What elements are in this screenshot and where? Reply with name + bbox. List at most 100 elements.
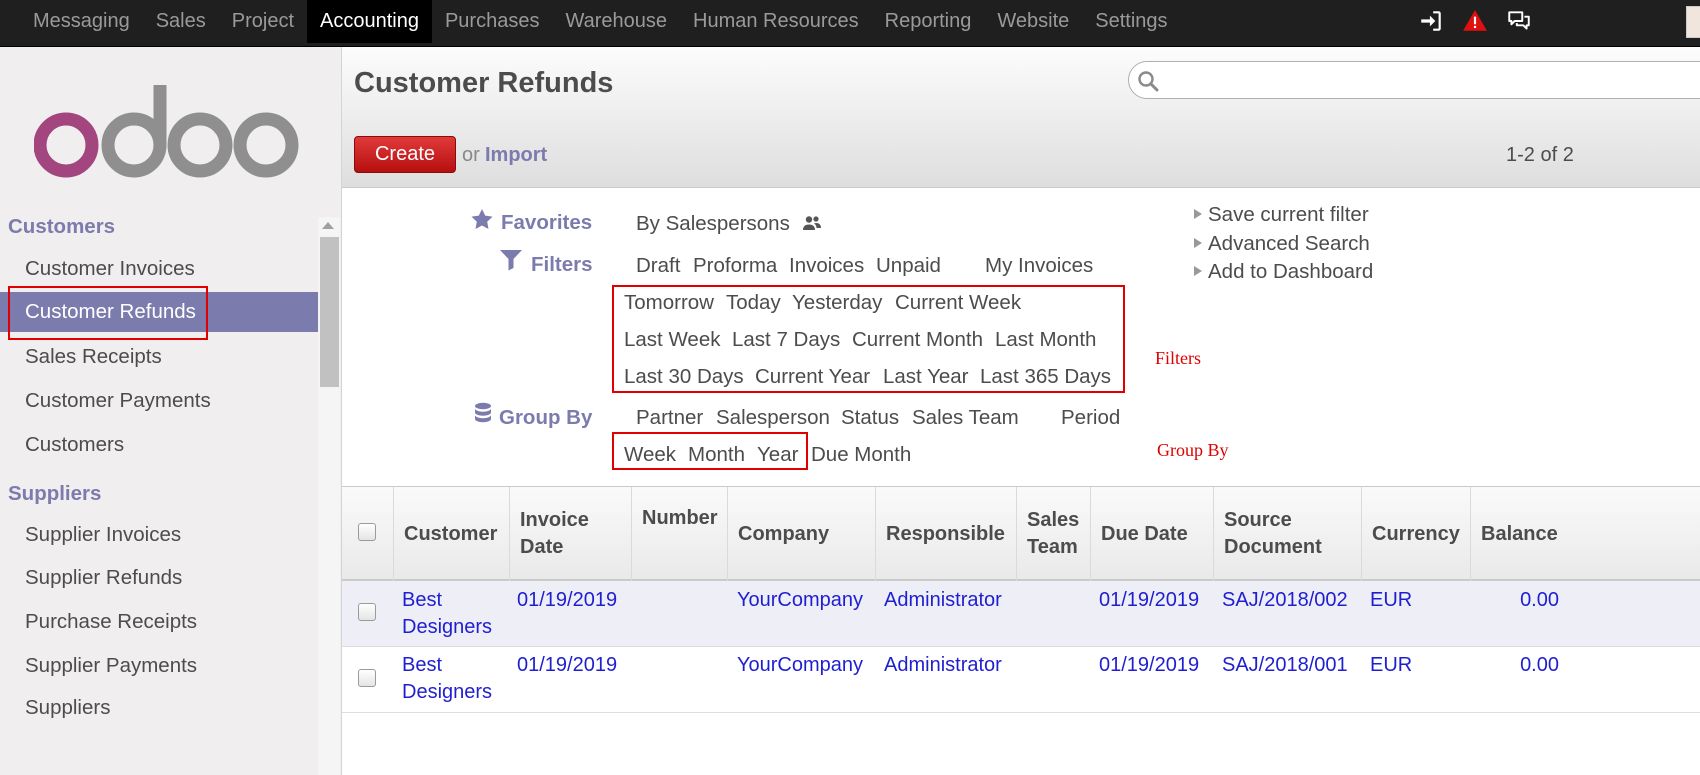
- menu-sales[interactable]: Sales: [143, 0, 219, 43]
- menu-human-resources[interactable]: Human Resources: [680, 0, 872, 43]
- caret-right-icon: [1194, 238, 1202, 248]
- menu-accounting[interactable]: Accounting: [307, 0, 432, 43]
- row-checkbox[interactable]: [358, 669, 376, 687]
- column-header-responsible[interactable]: Responsible: [875, 487, 1016, 581]
- column-header-company[interactable]: Company: [727, 487, 875, 581]
- group-by-due-month[interactable]: Due Month: [811, 443, 911, 467]
- sidebar-item-supplier-payments[interactable]: Supplier Payments: [0, 646, 318, 686]
- column-header-customer[interactable]: Customer: [393, 487, 509, 581]
- column-header-balance[interactable]: Balance: [1470, 487, 1570, 581]
- filter-current-year[interactable]: Current Year: [755, 365, 870, 389]
- group-by-status[interactable]: Status: [841, 406, 899, 430]
- favorite-by-salespersons[interactable]: By Salespersons: [636, 212, 822, 236]
- import-link[interactable]: Import: [485, 144, 547, 167]
- cell-currency[interactable]: EUR: [1370, 652, 1412, 679]
- search-drawer: Favorites By Salespersons Filters Draft …: [342, 188, 1700, 486]
- add-to-dashboard-link[interactable]: Add to Dashboard: [1194, 260, 1373, 284]
- filter-my-invoices[interactable]: My Invoices: [985, 254, 1093, 278]
- filter-last-7-days[interactable]: Last 7 Days: [732, 328, 840, 352]
- sidebar-item-suppliers[interactable]: Suppliers: [0, 688, 318, 728]
- filter-draft[interactable]: Draft: [636, 254, 680, 278]
- table-row[interactable]: Best Designers 01/19/2019 YourCompany Ad…: [342, 581, 1700, 647]
- column-header-due-date[interactable]: Due Date: [1090, 487, 1213, 581]
- highlight-box-customer-refunds: [8, 286, 208, 340]
- column-header-invoice-date[interactable]: Invoice Date: [509, 487, 631, 581]
- filter-last-year[interactable]: Last Year: [883, 365, 969, 389]
- filters-annotation: Filters: [1155, 348, 1202, 368]
- sidebar-item-sales-receipts[interactable]: Sales Receipts: [0, 337, 318, 377]
- filter-tomorrow[interactable]: Tomorrow: [624, 291, 714, 315]
- caret-right-icon: [1194, 266, 1202, 276]
- cell-company[interactable]: YourCompany: [737, 587, 863, 614]
- cell-source-document: SAJ/2018/001: [1222, 654, 1348, 676]
- sign-in-icon[interactable]: [1418, 8, 1444, 34]
- filter-current-week[interactable]: Current Week: [895, 291, 1021, 315]
- column-header-number[interactable]: Number: [631, 487, 727, 581]
- group-by-year[interactable]: Year: [757, 443, 798, 467]
- cell-responsible[interactable]: Administrator: [884, 652, 1002, 679]
- filter-proforma[interactable]: Proforma: [693, 254, 777, 278]
- advanced-search-label: Advanced Search: [1208, 232, 1370, 255]
- column-header-source-document[interactable]: Source Document: [1213, 487, 1361, 581]
- top-navbar: Messaging Sales Project Accounting Purch…: [0, 0, 1700, 47]
- filter-today[interactable]: Today: [726, 291, 781, 315]
- filter-unpaid[interactable]: Unpaid: [876, 254, 941, 278]
- search-icon: [1138, 71, 1159, 92]
- save-current-filter-link[interactable]: Save current filter: [1194, 203, 1369, 227]
- cell-customer[interactable]: Best Designers: [402, 587, 502, 641]
- cell-currency[interactable]: EUR: [1370, 587, 1412, 614]
- filter-current-month[interactable]: Current Month: [852, 328, 983, 352]
- sidebar-item-supplier-invoices[interactable]: Supplier Invoices: [0, 515, 318, 555]
- sidebar-item-supplier-refunds[interactable]: Supplier Refunds: [0, 558, 318, 598]
- advanced-search-link[interactable]: Advanced Search: [1194, 232, 1370, 256]
- filter-last-week[interactable]: Last Week: [624, 328, 720, 352]
- menu-website[interactable]: Website: [984, 0, 1082, 43]
- cell-company[interactable]: YourCompany: [737, 652, 863, 679]
- page-title: Customer Refunds: [354, 67, 614, 99]
- group-by-month[interactable]: Month: [688, 443, 745, 467]
- row-checkbox[interactable]: [358, 603, 376, 621]
- filter-last-month[interactable]: Last Month: [995, 328, 1096, 352]
- caret-right-icon: [1194, 209, 1202, 219]
- table-header: Customer Invoice Date Number Company Res…: [342, 487, 1700, 581]
- refunds-table: Customer Invoice Date Number Company Res…: [342, 486, 1700, 775]
- search-input[interactable]: [1128, 61, 1700, 99]
- filter-invoices[interactable]: Invoices: [789, 254, 864, 278]
- cell-responsible[interactable]: Administrator: [884, 587, 1002, 614]
- favorites-label[interactable]: Favorites: [501, 211, 592, 235]
- menu-warehouse[interactable]: Warehouse: [552, 0, 680, 43]
- group-by-period[interactable]: Period: [1061, 406, 1120, 430]
- group-by-salesperson[interactable]: Salesperson: [716, 406, 830, 430]
- scroll-up-arrow-icon[interactable]: [322, 222, 334, 229]
- filter-last-365-days[interactable]: Last 365 Days: [980, 365, 1111, 389]
- group-by-partner[interactable]: Partner: [636, 406, 703, 430]
- filter-yesterday[interactable]: Yesterday: [792, 291, 882, 315]
- sidebar-item-customer-payments[interactable]: Customer Payments: [0, 381, 318, 421]
- cell-customer[interactable]: Best Designers: [402, 652, 502, 706]
- filters-label[interactable]: Filters: [531, 253, 593, 277]
- top-menu: Messaging Sales Project Accounting Purch…: [20, 0, 1181, 43]
- column-header-sales-team[interactable]: Sales Team: [1016, 487, 1090, 581]
- sidebar-item-customer-invoices[interactable]: Customer Invoices: [0, 249, 318, 289]
- warning-icon[interactable]: [1462, 8, 1488, 34]
- sidebar-scroll-thumb[interactable]: [320, 237, 339, 387]
- pager-value[interactable]: 1-2 of 2: [1506, 144, 1574, 167]
- sidebar-item-customers[interactable]: Customers: [0, 425, 318, 465]
- group-by-week[interactable]: Week: [624, 443, 676, 467]
- menu-reporting[interactable]: Reporting: [872, 0, 985, 43]
- or-label: or: [462, 144, 480, 166]
- chat-icon[interactable]: [1506, 8, 1532, 34]
- column-header-currency[interactable]: Currency: [1361, 487, 1470, 581]
- create-button[interactable]: Create: [354, 136, 456, 173]
- menu-settings[interactable]: Settings: [1082, 0, 1180, 43]
- menu-project[interactable]: Project: [219, 0, 307, 43]
- menu-messaging[interactable]: Messaging: [20, 0, 143, 43]
- select-all-checkbox[interactable]: [358, 523, 376, 541]
- group-by-label[interactable]: Group By: [499, 406, 592, 430]
- sidebar-item-purchase-receipts[interactable]: Purchase Receipts: [0, 602, 318, 642]
- table-row[interactable]: Best Designers 01/19/2019 YourCompany Ad…: [342, 647, 1700, 713]
- menu-purchases[interactable]: Purchases: [432, 0, 553, 43]
- filter-last-30-days[interactable]: Last 30 Days: [624, 365, 744, 389]
- avatar[interactable]: [1686, 6, 1700, 38]
- group-by-sales-team[interactable]: Sales Team: [912, 406, 1019, 430]
